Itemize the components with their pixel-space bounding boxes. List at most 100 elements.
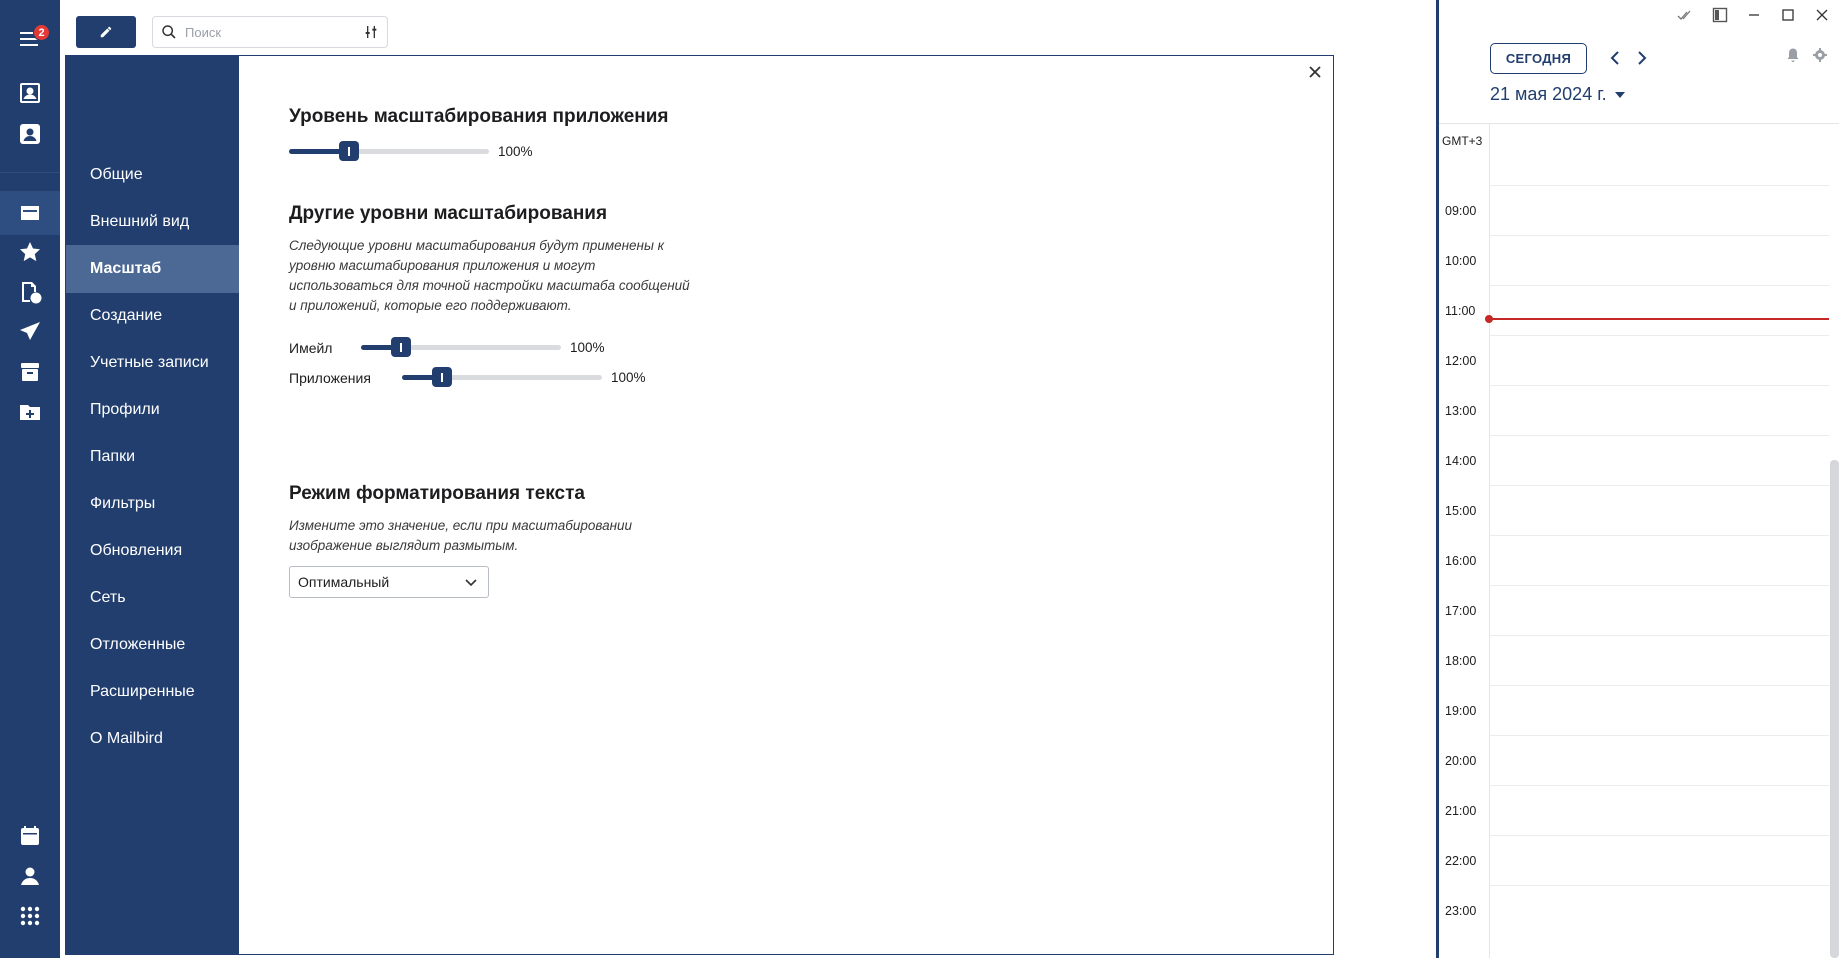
starred-button[interactable] — [10, 234, 50, 270]
hour-label: 13:00 — [1445, 404, 1477, 418]
hour-gridline — [1489, 585, 1829, 586]
app-rail: 2 — [0, 0, 60, 958]
inbox-icon — [21, 206, 39, 220]
gear-icon — [1813, 48, 1827, 62]
hour-row[interactable]: 09:00 — [1439, 185, 1829, 235]
settings-nav-general[interactable]: Общие — [66, 151, 239, 199]
hour-row[interactable]: 16:00 — [1439, 535, 1829, 585]
bell-icon — [1787, 48, 1799, 62]
hour-row[interactable]: 17:00 — [1439, 585, 1829, 635]
hour-label: 17:00 — [1445, 604, 1477, 618]
slider-thumb[interactable] — [432, 367, 452, 387]
today-button[interactable]: СЕГОДНЯ — [1490, 43, 1587, 74]
calendar-icon — [21, 826, 39, 845]
settings-nav-updates[interactable]: Обновления — [66, 527, 239, 575]
maximize-button[interactable] — [1776, 6, 1800, 24]
calendar-pane: СЕГОДНЯ 21 мая 2024 г. GMT+3 09:00 10:00 1… — [1439, 0, 1839, 958]
snoozed-button[interactable] — [10, 274, 50, 310]
apps-zoom-slider[interactable] — [402, 365, 602, 389]
chevron-left-icon — [1610, 51, 1619, 65]
calendar-settings-button[interactable] — [1808, 46, 1832, 64]
hour-row[interactable]: 22:00 — [1439, 835, 1829, 885]
hour-row[interactable]: 23:00 — [1439, 885, 1829, 935]
hour-label: 09:00 — [1445, 204, 1477, 218]
notification-badge: 2 — [33, 24, 50, 41]
app-zoom-slider[interactable] — [289, 139, 489, 163]
archive-icon — [21, 363, 39, 381]
slider-thumb[interactable] — [339, 141, 359, 161]
hour-row[interactable]: 13:00 — [1439, 385, 1829, 435]
hour-gridline — [1489, 335, 1829, 336]
app-zoom-value: 100% — [498, 144, 533, 159]
timezone-label: GMT+3 — [1442, 134, 1483, 148]
hour-label: 21:00 — [1445, 804, 1477, 818]
hour-row[interactable]: 12:00 — [1439, 335, 1829, 385]
window-close-button[interactable] — [1810, 6, 1834, 24]
chevron-right-icon — [1638, 51, 1647, 65]
email-zoom-slider[interactable] — [361, 335, 561, 359]
settings-nav-snoozed[interactable]: Отложенные — [66, 621, 239, 669]
hour-row[interactable]: 14:00 — [1439, 435, 1829, 485]
person-icon — [21, 867, 39, 885]
slider-thumb[interactable] — [391, 337, 411, 357]
hour-label: 15:00 — [1445, 504, 1477, 518]
hour-gridline — [1489, 235, 1829, 236]
contacts-book-icon — [20, 83, 40, 103]
notifications-button[interactable] — [1781, 46, 1805, 64]
hour-gridline — [1489, 185, 1829, 186]
hour-gridline — [1489, 485, 1829, 486]
hour-label: 14:00 — [1445, 454, 1477, 468]
hour-row[interactable]: 15:00 — [1439, 485, 1829, 535]
archive-button[interactable] — [10, 354, 50, 390]
search-filter-icon[interactable] — [363, 24, 379, 40]
close-dialog-button[interactable] — [1305, 62, 1325, 82]
contacts-button[interactable] — [10, 75, 50, 111]
toggle-panel-button[interactable] — [1708, 6, 1732, 24]
account-button[interactable] — [10, 858, 50, 894]
send-icon — [20, 322, 40, 340]
next-day-button[interactable] — [1632, 48, 1652, 68]
rail-separator — [0, 172, 60, 173]
settings-nav-appearance[interactable]: Внешний вид — [66, 198, 239, 246]
hour-row[interactable]: 19:00 — [1439, 685, 1829, 735]
calendar-button[interactable] — [10, 818, 50, 854]
settings-nav-identities[interactable]: Профили — [66, 386, 239, 434]
settings-nav-advanced[interactable]: Расширенные — [66, 668, 239, 716]
calendar-scrollbar[interactable] — [1830, 460, 1839, 958]
hour-label: 22:00 — [1445, 854, 1477, 868]
caret-down-icon — [1614, 91, 1625, 98]
add-folder-button[interactable] — [10, 394, 50, 430]
hour-gridline — [1489, 435, 1829, 436]
settings-nav-scale[interactable]: Масштаб — [66, 245, 239, 293]
search-input[interactable] — [185, 24, 355, 40]
compose-button[interactable] — [76, 16, 136, 48]
text-format-description: Измените это значение, если при масштаби… — [289, 518, 633, 553]
calendar-date-picker[interactable]: 21 мая 2024 г. — [1490, 84, 1625, 105]
hour-row[interactable]: 21:00 — [1439, 785, 1829, 835]
settings-nav: Общие Внешний вид Масштаб Создание Учетн… — [66, 56, 239, 954]
settings-nav-folders[interactable]: Папки — [66, 433, 239, 481]
sent-button[interactable] — [10, 314, 50, 350]
calendar-date-label: 21 мая 2024 г. — [1490, 84, 1607, 104]
profile-button[interactable] — [10, 116, 50, 152]
minimize-button[interactable] — [1742, 6, 1766, 24]
settings-dialog: Общие Внешний вид Масштаб Создание Учетн… — [65, 55, 1334, 955]
settings-nav-filters[interactable]: Фильтры — [66, 480, 239, 528]
apps-button[interactable] — [10, 898, 50, 934]
inbox-button[interactable] — [10, 195, 50, 231]
close-icon — [1309, 66, 1321, 78]
settings-nav-about[interactable]: О Mailbird — [66, 715, 239, 763]
apps-zoom-label: Приложения — [289, 370, 371, 386]
settings-nav-network[interactable]: Сеть — [66, 574, 239, 622]
settings-nav-compose[interactable]: Создание — [66, 292, 239, 340]
hour-row[interactable]: 11:00 — [1439, 285, 1829, 335]
mark-read-button[interactable] — [1673, 6, 1697, 24]
settings-nav-accounts[interactable]: Учетные записи — [66, 339, 239, 387]
hour-label: 23:00 — [1445, 904, 1477, 918]
hour-row[interactable]: 20:00 — [1439, 735, 1829, 785]
pencil-icon — [100, 26, 112, 38]
text-format-select[interactable]: Оптимальный — [289, 566, 489, 598]
prev-day-button[interactable] — [1605, 48, 1625, 68]
hour-row[interactable]: 18:00 — [1439, 635, 1829, 685]
hour-row[interactable]: 10:00 — [1439, 235, 1829, 285]
